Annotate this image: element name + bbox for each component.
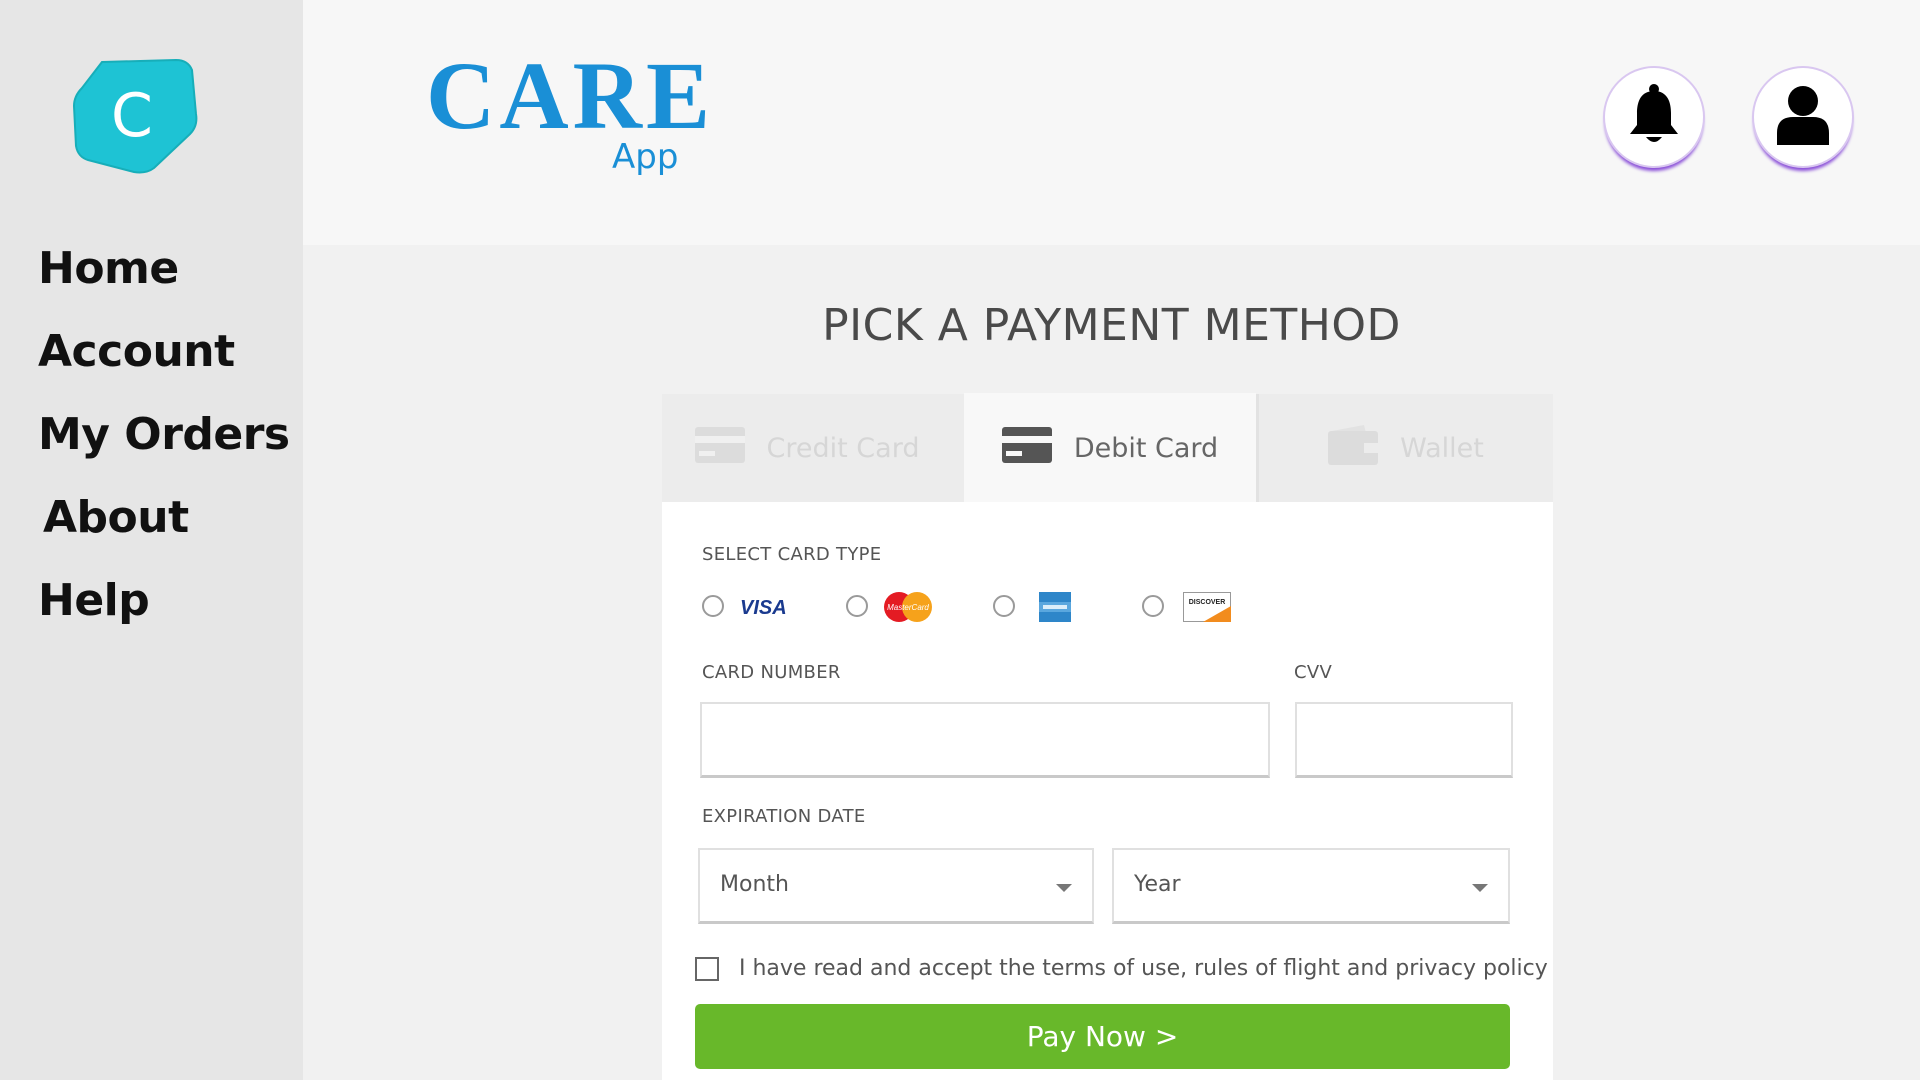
header: CARE App xyxy=(303,0,1920,245)
pay-now-button[interactable]: Pay Now > xyxy=(695,1004,1510,1069)
year-select[interactable]: Year xyxy=(1112,848,1510,924)
sidebar-item-home[interactable]: Home xyxy=(38,236,290,319)
payment-form: SELECT CARD TYPE VISA MasterCard DISCOVE… xyxy=(662,502,1553,1080)
logo-letter: C xyxy=(111,81,153,151)
amex-logo xyxy=(1039,592,1071,627)
radio-mastercard[interactable] xyxy=(846,595,868,617)
discover-logo: DISCOVER xyxy=(1183,592,1231,627)
year-select-value: Year xyxy=(1134,872,1181,897)
brand-subtitle: App xyxy=(612,137,679,177)
notifications-button[interactable] xyxy=(1605,68,1703,166)
cvv-input[interactable] xyxy=(1295,702,1513,778)
brand-title: CARE xyxy=(426,42,715,149)
sidebar-item-account[interactable]: Account xyxy=(38,319,290,402)
tab-wallet[interactable]: Wallet xyxy=(1256,394,1553,502)
card-number-input[interactable] xyxy=(700,702,1270,778)
radio-visa[interactable] xyxy=(702,595,724,617)
credit-card-icon xyxy=(694,426,745,470)
bell-icon xyxy=(1626,83,1682,152)
cvv-label: CVV xyxy=(1294,662,1333,683)
mastercard-logo: MasterCard xyxy=(882,591,934,628)
tab-wallet-label: Wallet xyxy=(1400,432,1484,464)
expiration-label: EXPIRATION DATE xyxy=(702,806,866,827)
app-logo[interactable]: C xyxy=(72,56,198,174)
sidebar-nav: Home Account My Orders About Help xyxy=(38,236,290,651)
radio-discover[interactable] xyxy=(1142,595,1164,617)
debit-card-icon xyxy=(1001,426,1052,470)
month-select-value: Month xyxy=(720,872,789,897)
tab-debit-card-label: Debit Card xyxy=(1073,432,1219,464)
sidebar: C Home Account My Orders About Help xyxy=(0,0,303,1080)
profile-button[interactable] xyxy=(1754,68,1852,166)
payment-panel: Credit Card Debit Card Wallet SELECT CAR… xyxy=(662,393,1553,1080)
visa-text: VISA xyxy=(740,597,787,619)
sidebar-item-about[interactable]: About xyxy=(43,485,290,568)
chevron-down-icon xyxy=(1056,884,1072,892)
tab-credit-card[interactable]: Credit Card xyxy=(662,394,952,502)
month-select[interactable]: Month xyxy=(698,848,1094,924)
chevron-down-icon xyxy=(1472,884,1488,892)
page-title: PICK A PAYMENT METHOD xyxy=(822,300,1401,351)
sidebar-item-my-orders[interactable]: My Orders xyxy=(38,402,290,485)
terms-checkbox[interactable] xyxy=(695,957,719,981)
payment-tabs: Credit Card Debit Card Wallet xyxy=(662,393,1553,503)
tab-debit-card[interactable]: Debit Card xyxy=(964,393,1256,503)
sidebar-item-help[interactable]: Help xyxy=(38,568,290,651)
card-number-label: CARD NUMBER xyxy=(702,662,841,683)
discover-text: DISCOVER xyxy=(1189,599,1226,606)
visa-logo: VISA xyxy=(738,593,788,626)
user-icon xyxy=(1775,85,1831,150)
terms-text: I have read and accept the terms of use,… xyxy=(739,956,1548,981)
mastercard-text: MasterCard xyxy=(887,603,929,612)
card-type-label: SELECT CARD TYPE xyxy=(702,544,882,565)
radio-amex[interactable] xyxy=(993,595,1015,617)
tab-credit-card-label: Credit Card xyxy=(766,432,920,464)
wallet-icon xyxy=(1328,424,1379,472)
